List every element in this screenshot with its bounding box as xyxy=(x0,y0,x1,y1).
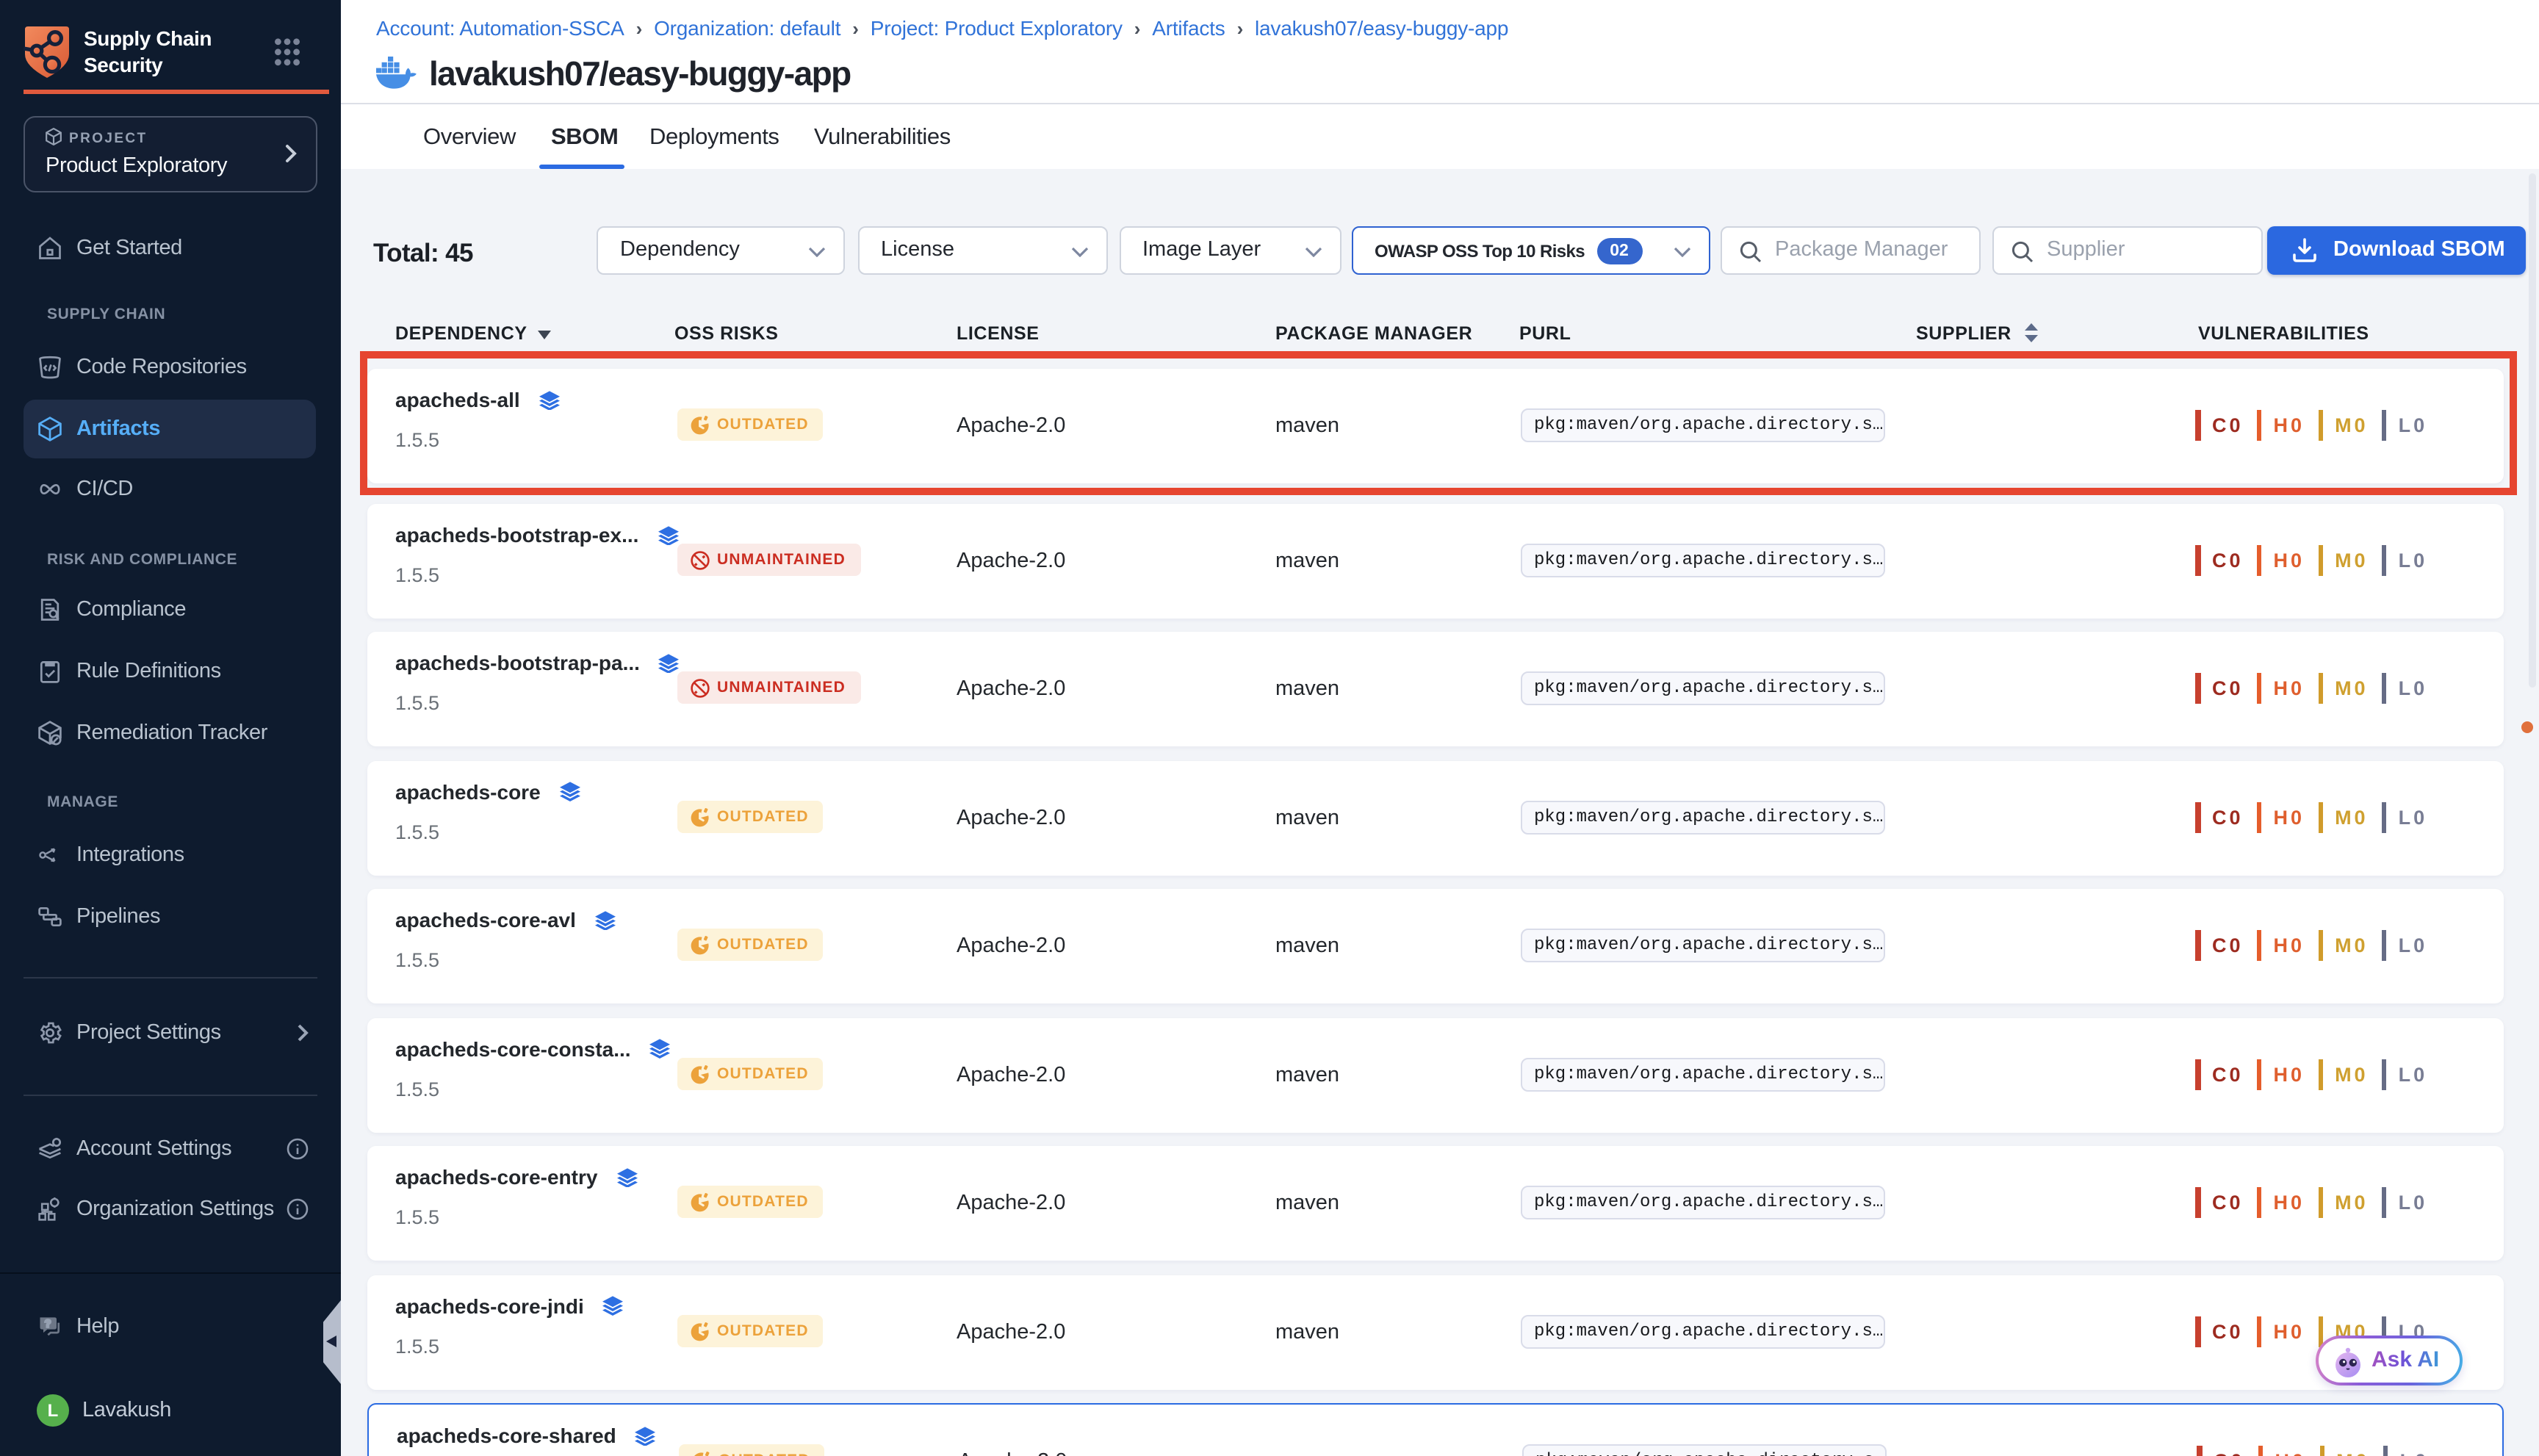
svg-text:?: ? xyxy=(45,1319,51,1330)
